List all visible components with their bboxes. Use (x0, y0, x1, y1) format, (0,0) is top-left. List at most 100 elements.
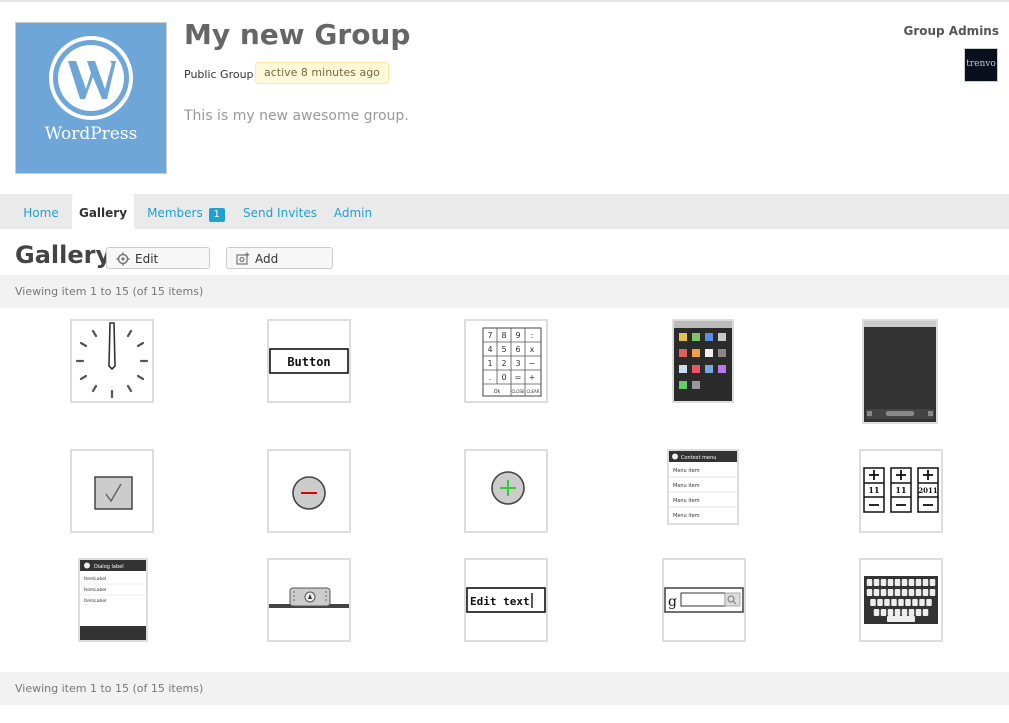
calc-key: − (529, 359, 536, 368)
keyboard-key (922, 609, 929, 616)
calc-key: 5 (501, 345, 506, 354)
dialog-title: Dialog label (94, 564, 124, 570)
date-picker-icon: 11 11 2011 (863, 467, 939, 513)
keyboard-key (870, 599, 876, 606)
tab-home[interactable]: Home (15, 194, 67, 229)
app-icon (718, 333, 726, 341)
bottom-bar-icon (269, 587, 349, 608)
group-type: Public Group (184, 68, 254, 81)
edit-gallery-button[interactable]: Edit Gallery (106, 247, 210, 288)
add-images-button[interactable]: Add Images (226, 247, 333, 288)
calc-key: 4 (487, 345, 492, 354)
keyboard-key (891, 599, 897, 606)
gallery-item-context-menu[interactable]: Context menu Menu item Menu item Menu it… (667, 449, 739, 525)
dialog-icon: Dialog label ItemLabel ItemLabel ItemLab… (80, 560, 146, 640)
app-icon (692, 349, 700, 357)
add-image-icon (236, 252, 250, 265)
tab-gallery-label: Gallery (78, 206, 128, 220)
app-icon (705, 365, 713, 373)
date-year: 2011 (918, 486, 938, 495)
minus-circle-icon (292, 476, 326, 510)
dialog-item-2: ItemLabel (84, 587, 106, 593)
calc-key: . (489, 373, 492, 382)
keyboard-key (908, 609, 915, 616)
calc-key: 9 (515, 331, 520, 340)
gallery-item-date-picker[interactable]: 11 11 2011 (859, 449, 943, 533)
top-border (0, 0, 1009, 2)
calc-key: 0 (501, 373, 506, 382)
calc-key: 1 (487, 359, 492, 368)
gallery-item-plus[interactable] (464, 449, 548, 533)
gallery-item-checkbox[interactable] (70, 449, 154, 533)
date-month: 11 (895, 485, 906, 495)
calc-ok-key: Ok (494, 389, 501, 395)
calc-key: 7 (487, 331, 492, 340)
app-icon (679, 333, 687, 341)
keyboard-key (873, 609, 880, 616)
keyboard-key (866, 589, 873, 596)
dialog-item-1: ItemLabel (84, 576, 106, 582)
keyboard-key (926, 599, 932, 606)
group-avatar[interactable]: WordPress (15, 22, 167, 174)
edit-text-label: Edit text (470, 595, 530, 608)
app-icon (692, 365, 700, 373)
context-menu-item-1: Menu item (673, 468, 700, 474)
gallery-heading: Gallery (15, 241, 112, 269)
gallery-item-dialog[interactable]: Dialog label ItemLabel ItemLabel ItemLab… (78, 558, 148, 642)
context-menu-item-2: Menu item (673, 483, 700, 489)
keyboard-key (866, 579, 873, 586)
tab-home-label: Home (23, 206, 59, 220)
gallery-item-search-box[interactable]: g (662, 558, 746, 642)
keyboard-icon (864, 576, 938, 624)
app-icon (692, 333, 700, 341)
tab-send-invites[interactable]: Send Invites (240, 194, 320, 229)
calc-clear-key: CLEAR (526, 389, 539, 394)
keyboard-key (880, 579, 887, 586)
keyboard-key (912, 599, 918, 606)
app-icon (718, 349, 726, 357)
tab-gallery[interactable]: Gallery (72, 194, 134, 229)
calculator-icon: 7 8 9: 4 5 6 x 1 2 3 −. 0 = + Ok CLOSE CLEAR (482, 327, 542, 397)
calc-key: 6 (515, 345, 520, 354)
keyboard-key (898, 599, 904, 606)
admin-avatar[interactable]: trenvo (964, 48, 998, 82)
gallery-item-calculator[interactable]: 7 8 9: 4 5 6 x 1 2 3−. 0 = + Ok CLOSE CLEAR (464, 319, 548, 403)
keyboard-spacebar (887, 616, 915, 622)
keyboard-key (887, 609, 894, 616)
tab-send-invites-label: Send Invites (243, 206, 317, 220)
calc-key: : (531, 331, 534, 340)
gallery-item-phone-home[interactable] (672, 319, 734, 403)
gallery-item-edit-text[interactable]: Edit text (464, 558, 548, 642)
context-menu-icon: Context menu Menu item Menu item Menu it… (669, 451, 737, 523)
app-icon (692, 381, 700, 389)
tab-members[interactable]: Members 1 (140, 194, 232, 229)
clock-icon (75, 322, 149, 399)
plus-circle-icon (491, 471, 525, 505)
keyboard-key (915, 579, 922, 586)
keyboard-key (887, 589, 894, 596)
context-menu-title: Context menu (681, 455, 716, 461)
keyboard-key (887, 579, 894, 586)
gallery-item-clock[interactable] (70, 319, 154, 403)
keyboard-key (915, 609, 922, 616)
tab-members-label: Members (147, 206, 203, 220)
app-icon (705, 333, 713, 341)
search-box-letter: g (668, 594, 677, 610)
group-description: This is my new awesome group. (184, 108, 409, 124)
button-icon: Button (269, 348, 349, 374)
gallery-item-keyboard[interactable] (859, 558, 943, 642)
calc-key: + (529, 373, 536, 382)
gallery-item-phone-browser[interactable] (862, 319, 938, 424)
tab-admin[interactable]: Admin (328, 194, 378, 229)
keyboard-key (901, 579, 908, 586)
keyboard-key (922, 579, 929, 586)
app-icon (679, 349, 687, 357)
group-title: My new Group (184, 18, 411, 51)
keyboard-key (919, 599, 925, 606)
keyboard-key (908, 589, 915, 596)
keyboard-key (894, 579, 901, 586)
gallery-item-button[interactable]: Button (267, 319, 351, 403)
gallery-item-bottom-bar[interactable] (267, 558, 351, 642)
keyboard-key (880, 589, 887, 596)
gallery-item-minus[interactable] (267, 449, 351, 533)
